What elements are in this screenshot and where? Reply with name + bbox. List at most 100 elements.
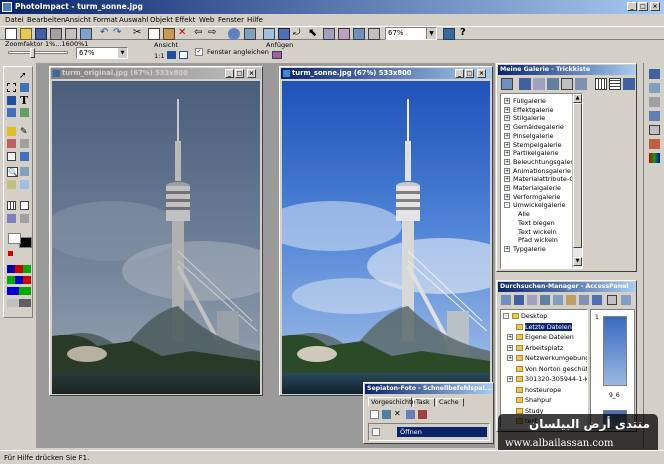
table-tool-icon[interactable]	[20, 201, 29, 210]
document-window-original[interactable]: turm_original.jpg (67%) 533x800 _ □ ×	[49, 66, 263, 396]
eraser-icon[interactable]	[7, 152, 16, 161]
browser-tree-item[interactable]: - Desktop	[503, 312, 547, 320]
redo-icon[interactable]: ↷	[113, 28, 125, 40]
lasso-tool-icon[interactable]	[20, 83, 29, 92]
browser-tree-item[interactable]: Shahpur	[507, 396, 552, 404]
expand-icon[interactable]: +	[507, 376, 513, 382]
redo-arrow-icon[interactable]: ⇨	[208, 28, 220, 40]
menu-bearbeiten[interactable]: Bearbeiten	[27, 15, 65, 26]
expand-icon[interactable]: +	[504, 185, 510, 191]
gallery-tool-icon[interactable]	[561, 78, 573, 90]
gallery-tree-item[interactable]: Text biegen	[518, 219, 555, 227]
dock-icon[interactable]	[649, 139, 660, 149]
gallery-tree-item[interactable]: + Stempelgalerie	[504, 141, 562, 149]
shape-icon[interactable]	[228, 28, 240, 40]
minimize-button[interactable]: _	[455, 69, 464, 78]
help-icon[interactable]: ?	[460, 28, 472, 40]
play-icon[interactable]	[382, 410, 391, 419]
expand-icon[interactable]: +	[504, 158, 510, 165]
menu-ansicht[interactable]: Ansicht	[65, 15, 91, 26]
close-button[interactable]: ×	[650, 2, 660, 11]
browser-tree-item[interactable]: +301320-305944-1-kre	[507, 375, 587, 383]
dock-icon[interactable]	[649, 111, 660, 121]
browser-tool-icon[interactable]	[501, 295, 511, 305]
chevron-down-icon[interactable]: ▼	[118, 48, 127, 58]
color-palette-icon-2[interactable]	[7, 276, 31, 284]
paste-icon[interactable]	[163, 28, 175, 40]
browser-tool-icon[interactable]	[607, 295, 617, 305]
minimize-button[interactable]: _	[627, 2, 637, 11]
gallery-tree-item[interactable]: Text wickeln	[518, 228, 557, 236]
browser-tool-icon[interactable]	[527, 295, 537, 305]
browser-tool-icon[interactable]	[592, 295, 602, 305]
collapse-icon[interactable]: -	[503, 313, 509, 319]
browser-tool-icon[interactable]	[514, 295, 524, 305]
fit-icon[interactable]	[167, 51, 176, 59]
gallery-tree-item[interactable]: Pfad wickeln	[518, 236, 558, 244]
image-canvas-original[interactable]	[52, 81, 260, 394]
tab-cache[interactable]: Cache	[436, 398, 464, 407]
gallery-tree-item[interactable]: + Animationsgalerie	[504, 167, 571, 175]
browser-tree-item[interactable]: hosteurope	[507, 386, 561, 394]
menu-fenster[interactable]: Fenster	[218, 15, 244, 26]
menu-datei[interactable]: Datei	[5, 15, 24, 26]
close-button[interactable]: ×	[247, 69, 256, 78]
open-icon[interactable]	[20, 28, 32, 40]
tab-vorgeschichte[interactable]: Vorgeschichte	[368, 397, 415, 407]
gallery-tree-item[interactable]: + Effektgalerie	[504, 106, 554, 114]
pick-tool-icon[interactable]: ➚	[19, 71, 27, 81]
menu-web[interactable]: Web	[199, 15, 214, 26]
cursor-icon[interactable]: ⬉	[308, 27, 320, 40]
window-icon[interactable]	[179, 51, 188, 59]
gallery-tree-item[interactable]: Alle	[518, 210, 530, 218]
expand-icon[interactable]: +	[504, 132, 510, 139]
browser-tool-icon[interactable]	[553, 295, 563, 305]
gallery-tree-item[interactable]: + Materialgalerie	[504, 184, 561, 192]
expand-icon[interactable]: +	[504, 115, 510, 122]
menu-auswahl[interactable]: Auswahl	[119, 15, 148, 26]
thumbnail-image[interactable]	[603, 316, 627, 386]
edit-icon[interactable]	[406, 410, 415, 419]
eyedropper-icon[interactable]	[7, 127, 16, 136]
expand-icon[interactable]: +	[504, 98, 510, 104]
expand-icon[interactable]: +	[504, 124, 510, 131]
zoom-slider-thumb[interactable]	[30, 48, 35, 58]
document-window-sonne[interactable]: turm_sonne.jpg (67%) 533x800 _ □ ×	[279, 66, 493, 396]
browser-tool-icon[interactable]	[566, 295, 576, 305]
chevron-down-icon[interactable]: ▼	[426, 28, 436, 39]
dock-icon[interactable]	[649, 125, 660, 135]
save-icon[interactable]	[418, 410, 427, 419]
gallery-tree-item[interactable]: + Partikelgalerie	[504, 149, 559, 157]
new-icon[interactable]	[5, 28, 17, 40]
scan-icon[interactable]	[50, 28, 62, 40]
delete-icon[interactable]: ✕	[394, 410, 403, 419]
list-item-selected[interactable]: Öffnen	[397, 427, 487, 437]
expand-icon[interactable]: +	[507, 355, 513, 361]
minimize-button[interactable]: _	[225, 69, 234, 78]
browser-tool-icon[interactable]	[540, 295, 550, 305]
dock-icon[interactable]	[649, 69, 660, 79]
gallery-tool-icon[interactable]	[575, 78, 587, 90]
path-tool-icon[interactable]	[20, 108, 29, 117]
resize-icon[interactable]	[278, 28, 290, 40]
expand-icon[interactable]: +	[504, 193, 510, 200]
gallery-tree-item[interactable]: + Beleuchtungsgalerie	[504, 158, 579, 166]
layer-tool-icon[interactable]	[7, 214, 16, 223]
browser-tree-item[interactable]: Von Norton geschützt	[507, 365, 587, 373]
image-canvas-sonne[interactable]	[282, 81, 490, 394]
color-palette-icon[interactable]	[7, 265, 31, 273]
maximize-button[interactable]: □	[235, 69, 244, 78]
fit-window-checkbox[interactable]: ✓	[195, 48, 203, 56]
expand-icon[interactable]: +	[507, 344, 513, 351]
browser-tool-icon[interactable]	[621, 295, 631, 305]
zoom-combo[interactable]: 67% ▼	[385, 27, 437, 40]
gallery-tree-item[interactable]: + Stilgalerie	[504, 114, 545, 122]
gallery-detail-icon[interactable]	[623, 78, 635, 90]
select-tool-icon[interactable]	[7, 83, 16, 92]
browser-tree-item[interactable]: + Netzwerkumgebung	[507, 354, 587, 362]
paint-tool-icon[interactable]: ✎	[20, 127, 28, 137]
filter-icon[interactable]	[323, 28, 335, 40]
menu-hilfe[interactable]: Hilfe	[247, 15, 263, 26]
wand-tool-icon[interactable]	[7, 180, 16, 189]
menu-objekt[interactable]: Objekt	[150, 15, 173, 26]
